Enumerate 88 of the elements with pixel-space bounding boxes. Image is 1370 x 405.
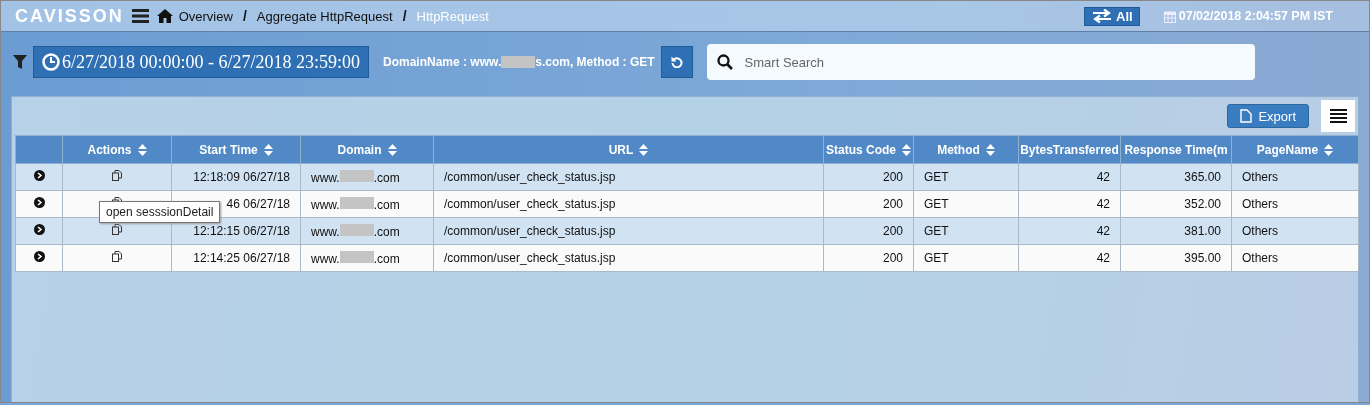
sort-icon — [137, 144, 147, 157]
search-field[interactable]: Smart Search — [706, 44, 1255, 80]
column-header[interactable]: Status Code — [823, 135, 914, 164]
table-cell: 395.00 — [1120, 244, 1232, 272]
breadcrumb-link[interactable]: Aggregate HttpRequest — [256, 8, 393, 24]
table-cell: GET — [913, 217, 1019, 245]
column-header[interactable]: Domain — [300, 135, 434, 164]
table-cell: GET — [913, 190, 1019, 218]
breadcrumb-link[interactable]: Overview — [178, 8, 233, 24]
table-cell: /common/user_check_status.jsp — [433, 163, 824, 191]
table-cell: www. — [311, 251, 340, 266]
breadcrumb-separator: / — [242, 8, 247, 24]
table-cell: www. — [311, 197, 340, 212]
redaction-mark — [339, 223, 374, 236]
column-header[interactable]: Start Time — [171, 135, 301, 164]
export-button[interactable]: Export — [1227, 104, 1309, 128]
sort-icon — [1324, 144, 1334, 157]
table-cell: 200 — [823, 190, 914, 218]
expand-icon[interactable] — [33, 197, 45, 208]
document-icon — [1240, 109, 1253, 123]
table-cell: .com — [373, 251, 400, 266]
copy-icon[interactable] — [112, 170, 122, 181]
expand-icon[interactable] — [33, 251, 45, 262]
home-icon — [156, 9, 173, 23]
undo-icon — [670, 56, 683, 68]
table-cell: 365.00 — [1120, 163, 1232, 191]
time-range-button[interactable]: 6/27/2018 00:00:00 - 6/27/2018 23:59:00 — [33, 46, 369, 78]
logo: CAVISSON — [15, 5, 124, 27]
table-cell: 352.00 — [1120, 190, 1232, 218]
table-cell: Others — [1231, 244, 1359, 272]
redaction-mark — [501, 56, 536, 68]
all-button[interactable]: All — [1084, 6, 1140, 26]
reset-button[interactable] — [660, 46, 693, 78]
redaction-mark — [339, 196, 374, 209]
column-header[interactable]: URL — [433, 135, 824, 164]
table-cell: /common/user_check_status.jsp — [433, 217, 824, 245]
search-input[interactable]: Smart Search — [742, 53, 1245, 71]
table-cell: 42 — [1018, 217, 1121, 245]
column-header[interactable]: Actions — [62, 135, 172, 164]
sort-icon — [985, 144, 995, 157]
calendar-icon — [1163, 9, 1176, 23]
filter-text: s.com, Method : GET — [535, 55, 655, 69]
swap-arrows-icon — [1091, 9, 1114, 23]
breadcrumb-separator: / — [402, 8, 407, 24]
table-cell: www. — [311, 224, 340, 239]
table-cell: GET — [913, 163, 1019, 191]
search-icon — [716, 54, 733, 70]
table-cell: 200 — [823, 163, 914, 191]
redaction-mark — [339, 250, 374, 263]
expand-icon[interactable] — [33, 170, 45, 181]
column-header[interactable]: PageName — [1231, 135, 1359, 164]
table-cell: 12:14:25 06/27/18 — [171, 244, 301, 272]
table-cell: 42 — [1018, 190, 1121, 218]
table-cell: 200 — [823, 244, 914, 272]
tooltip: open sesssionDetail — [99, 201, 221, 223]
table-cell: 42 — [1018, 244, 1121, 272]
table-cell: 200 — [823, 217, 914, 245]
table-cell: .com — [373, 170, 400, 185]
expand-icon[interactable] — [33, 224, 45, 235]
table-cell: Others — [1231, 163, 1359, 191]
table-cell: 42 — [1018, 163, 1121, 191]
sort-icon — [263, 144, 273, 157]
date-time: 07/02/2018 2:04:57 PM IST — [1178, 9, 1333, 23]
column-header: BytesTransferred — [1018, 135, 1121, 164]
table-cell: Others — [1231, 190, 1359, 218]
column-header: Response Time(m — [1120, 135, 1232, 164]
table-cell: 12:18:09 06/27/18 — [171, 163, 301, 191]
filter-icon — [13, 55, 27, 69]
column-menu-button[interactable] — [1321, 100, 1355, 132]
sort-icon — [639, 144, 649, 157]
clock-icon — [42, 53, 60, 71]
menu-icon[interactable] — [131, 9, 149, 23]
sort-icon — [902, 144, 911, 157]
sort-icon — [387, 144, 397, 157]
table-cell: www. — [311, 170, 340, 185]
table-cell: .com — [373, 197, 400, 212]
table-cell: GET — [913, 244, 1019, 272]
filter-text: DomainName : www. — [383, 55, 502, 69]
copy-icon[interactable] — [112, 251, 122, 262]
table-cell: .com — [373, 224, 400, 239]
table-cell: /common/user_check_status.jsp — [433, 190, 824, 218]
menu-icon — [1329, 109, 1347, 123]
redaction-mark — [339, 169, 374, 182]
table-cell: /common/user_check_status.jsp — [433, 244, 824, 272]
table-cell: 381.00 — [1120, 217, 1232, 245]
column-header[interactable]: Method — [913, 135, 1019, 164]
table-cell: Others — [1231, 217, 1359, 245]
copy-icon[interactable] — [112, 224, 122, 235]
